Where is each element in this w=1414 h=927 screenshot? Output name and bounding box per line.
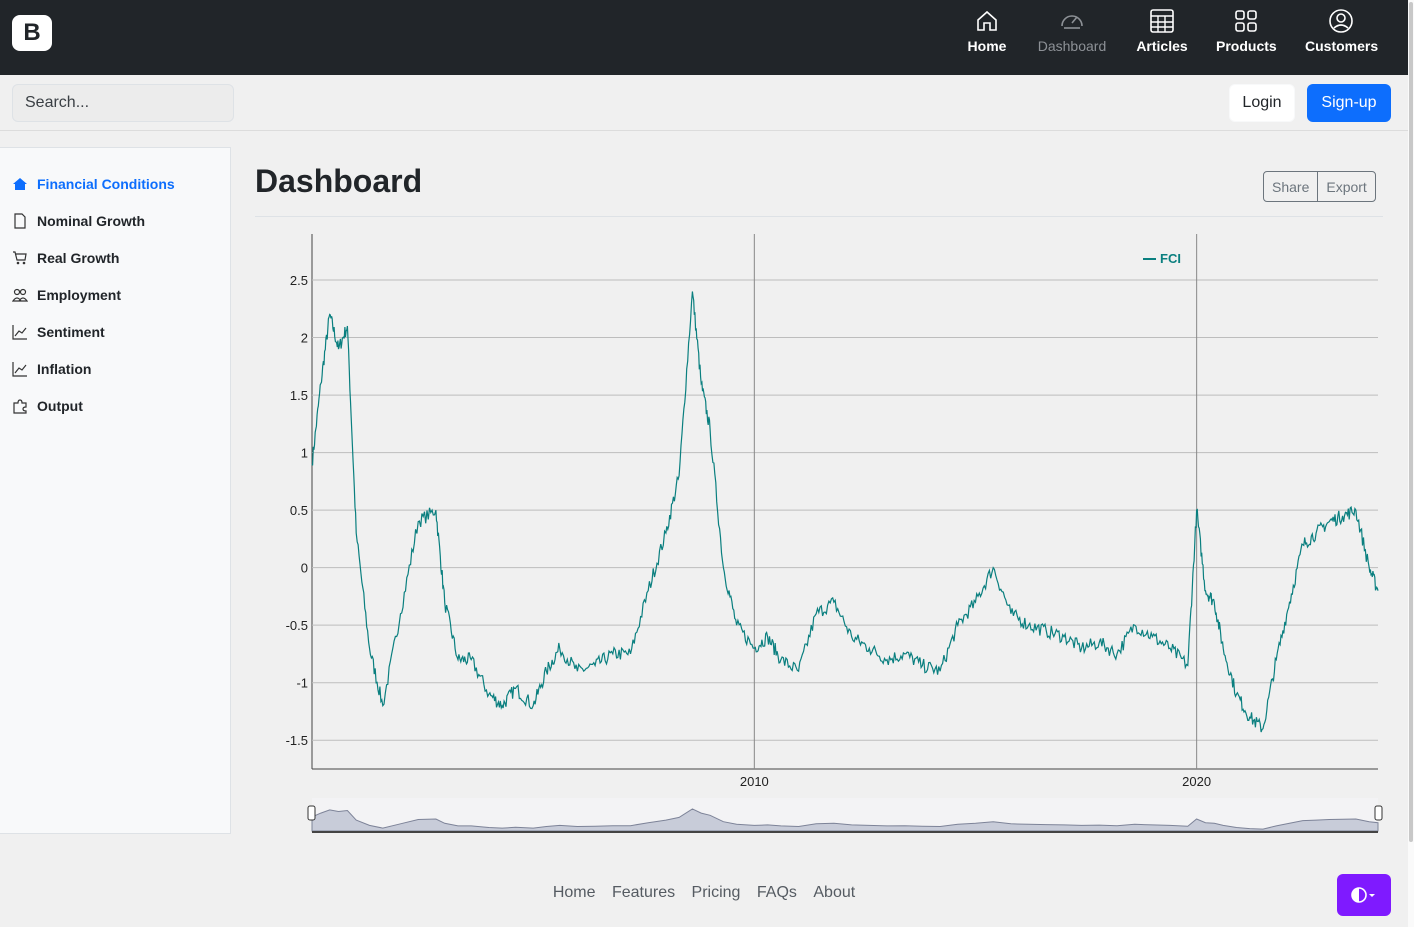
search-header: Login Sign-up: [0, 75, 1408, 131]
nav-dashboard[interactable]: Dashboard: [1036, 8, 1108, 64]
sidebar-item-real-growth[interactable]: Real Growth: [12, 246, 119, 270]
share-export-group: Share Export: [1263, 171, 1376, 202]
y-tick-label: -0.5: [286, 618, 308, 633]
grid-icon: [1235, 10, 1257, 32]
sidebar-item-label: Output: [37, 398, 83, 414]
scrollbar-thumb[interactable]: [1409, 2, 1413, 842]
y-tick-label: 2: [301, 331, 308, 346]
sidebar-item-inflation[interactable]: Inflation: [12, 357, 91, 381]
range-slider[interactable]: [307, 798, 1383, 833]
sidebar-item-nominal-growth[interactable]: Nominal Growth: [12, 209, 145, 233]
graph-up-icon: [12, 325, 27, 340]
puzzle-icon: [13, 399, 27, 414]
page-title: Dashboard: [255, 163, 423, 199]
nav-customers[interactable]: Customers: [1305, 8, 1379, 64]
theme-toggle-button[interactable]: [1337, 874, 1391, 916]
y-tick-label: -1: [296, 676, 308, 691]
sidebar-item-label: Financial Conditions: [37, 176, 175, 192]
footer-link-faqs[interactable]: FAQs: [757, 884, 797, 902]
sidebar-item-employment[interactable]: Employment: [12, 283, 121, 307]
footer-link-pricing[interactable]: Pricing: [692, 884, 741, 902]
chart-legend[interactable]: FCI: [1143, 251, 1181, 266]
range-slider-left-handle[interactable]: [307, 805, 316, 821]
graph-up-icon: [12, 362, 27, 377]
page-scrollbar[interactable]: [1408, 0, 1414, 927]
range-slider-right-handle[interactable]: [1374, 805, 1383, 821]
footer-link-home[interactable]: Home: [553, 884, 596, 902]
speedometer-icon: [1061, 15, 1083, 29]
fci-chart[interactable]: 2.5 2 1.5 1 0.5 0 -0.5 -1 -1.5 2010 2020 FCI: [255, 225, 1383, 840]
footer-link-about[interactable]: About: [813, 884, 855, 902]
sidebar-item-output[interactable]: Output: [12, 394, 83, 418]
y-tick-label: 0: [301, 561, 308, 576]
y-tick-label: -1.5: [286, 733, 308, 748]
sidebar-item-sentiment[interactable]: Sentiment: [12, 320, 105, 344]
signup-button[interactable]: Sign-up: [1307, 84, 1391, 122]
people-icon: [12, 288, 28, 302]
table-icon: [1150, 9, 1174, 33]
nav-products-label: Products: [1216, 38, 1277, 54]
share-button[interactable]: Share: [1264, 172, 1317, 201]
brand-logo[interactable]: B: [12, 15, 52, 51]
nav-home[interactable]: Home: [966, 8, 1008, 64]
export-button[interactable]: Export: [1317, 172, 1374, 201]
house-icon: [13, 178, 27, 190]
footer-link-features[interactable]: Features: [612, 884, 675, 902]
y-tick-label: 1.5: [290, 388, 308, 403]
nav-home-label: Home: [967, 38, 1007, 54]
nav-dashboard-label: Dashboard: [1037, 38, 1107, 54]
x-tick-label: 2020: [1182, 774, 1211, 789]
fci-series-line: [311, 291, 1379, 733]
y-tick-label: 2.5: [290, 273, 308, 288]
file-icon: [14, 213, 26, 229]
nav-articles-label: Articles: [1136, 38, 1188, 54]
sidebar-item-label: Real Growth: [37, 250, 120, 266]
y-tick-label: 1: [301, 446, 308, 461]
footer-nav: Home Features Pricing FAQs About: [0, 884, 1408, 902]
cart-icon: [13, 251, 27, 265]
nav-articles[interactable]: Articles: [1136, 8, 1188, 64]
top-navbar: B Home Dashboard Articles Products Custo…: [0, 0, 1408, 75]
person-circle-icon: [1329, 9, 1353, 33]
title-divider: [255, 216, 1383, 217]
legend-label-fci: FCI: [1160, 251, 1181, 266]
sidebar: Financial Conditions Nominal Growth Real…: [0, 147, 231, 834]
x-tick-label: 2010: [740, 774, 769, 789]
sidebar-item-label: Sentiment: [37, 324, 105, 340]
nav-products[interactable]: Products: [1216, 8, 1277, 64]
login-button[interactable]: Login: [1229, 84, 1295, 122]
sidebar-item-label: Nominal Growth: [37, 213, 146, 229]
y-tick-label: 0.5: [290, 503, 308, 518]
home-icon: [977, 10, 997, 31]
search-input[interactable]: [12, 84, 234, 122]
nav-customers-label: Customers: [1305, 38, 1379, 54]
sidebar-item-financial-conditions[interactable]: Financial Conditions: [12, 172, 175, 196]
sidebar-item-label: Employment: [37, 287, 122, 303]
circle-half-icon: [1351, 887, 1375, 903]
sidebar-item-label: Inflation: [37, 361, 92, 377]
